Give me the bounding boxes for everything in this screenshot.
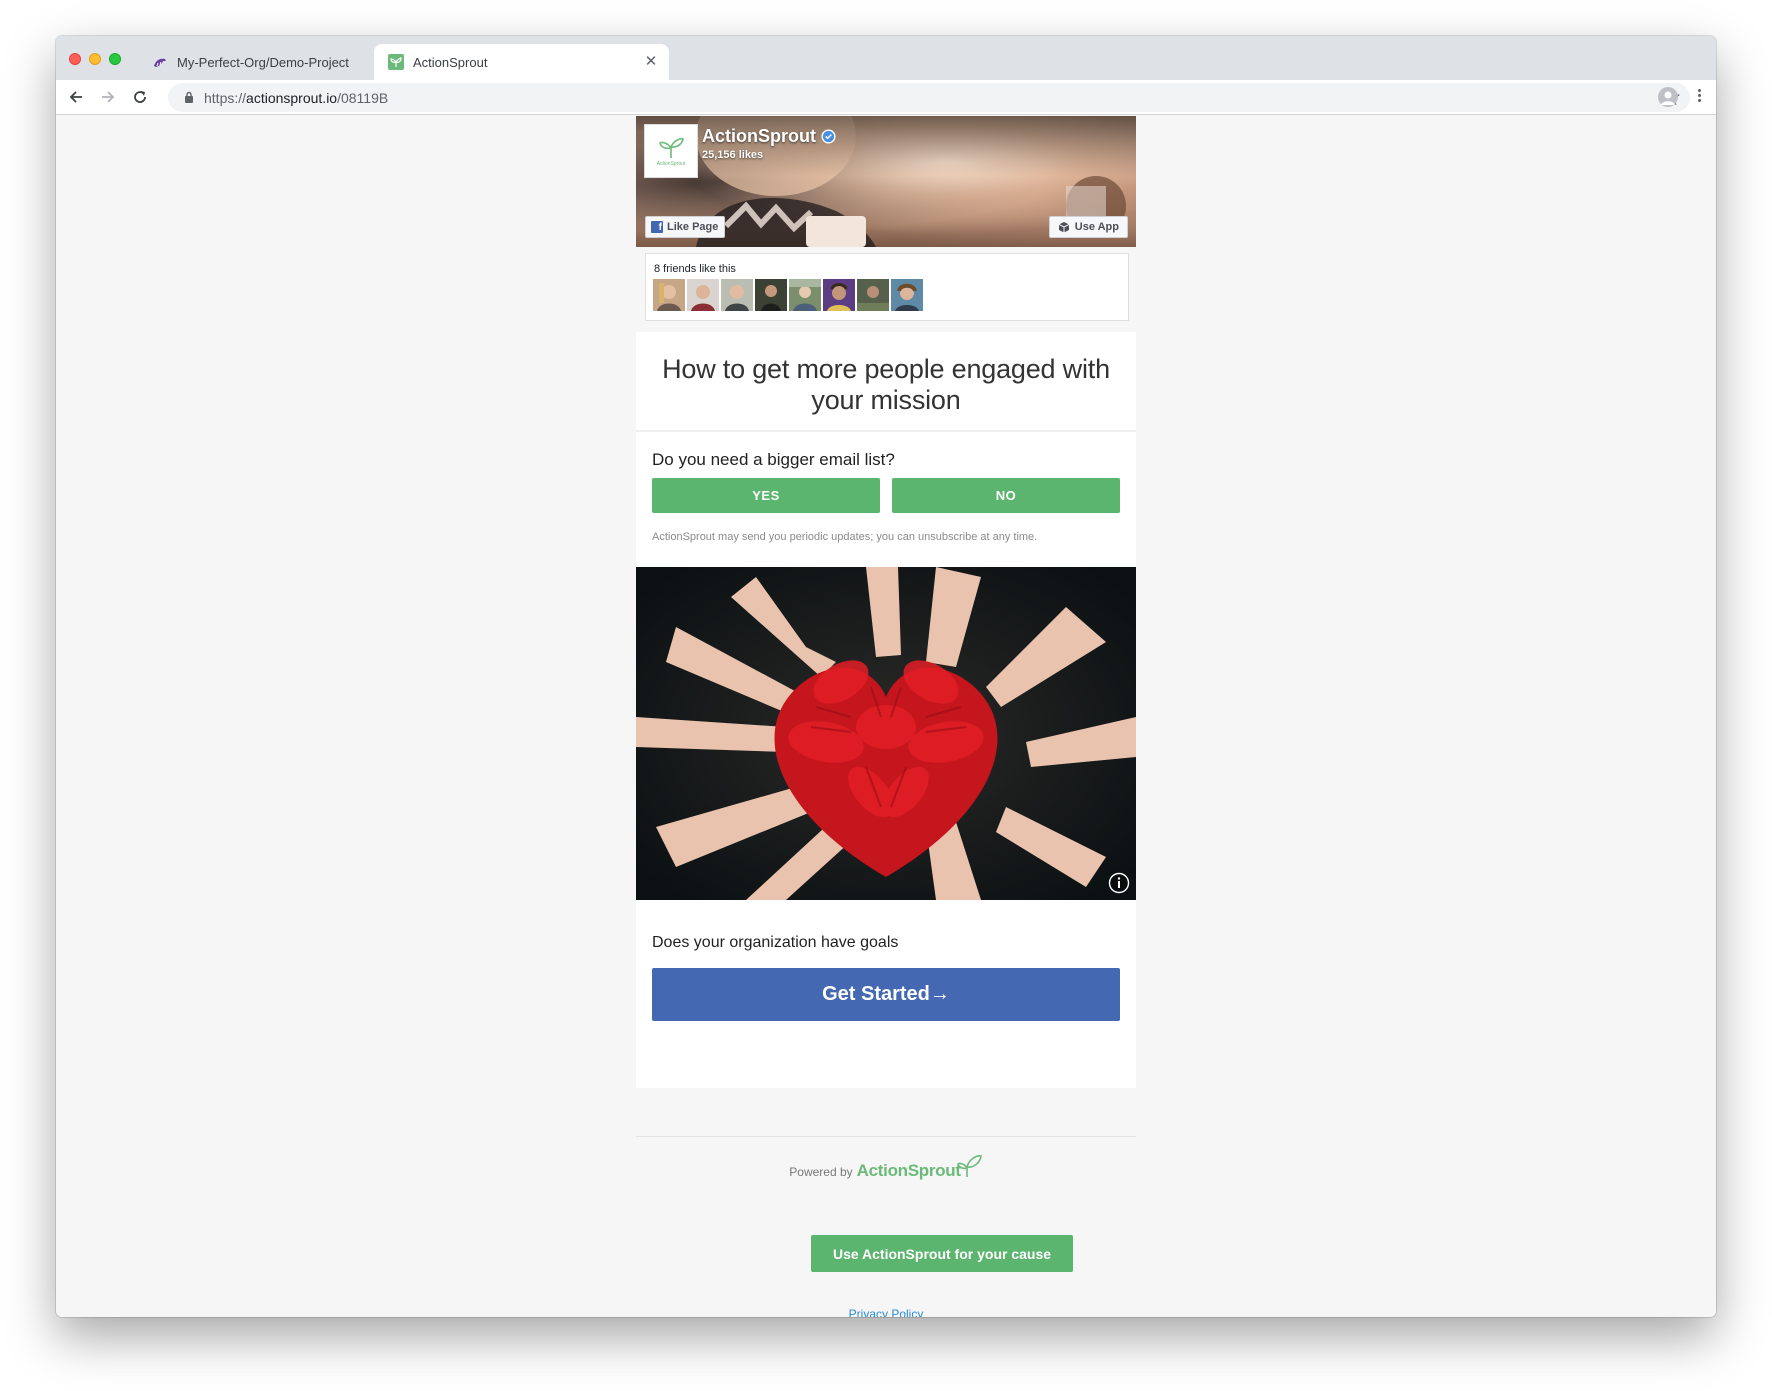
back-button[interactable] (65, 86, 87, 108)
verified-badge-icon (821, 129, 836, 144)
friend-avatar[interactable] (823, 279, 855, 311)
sprout-logo-icon (956, 1155, 982, 1177)
arrow-right-icon (102, 91, 115, 103)
friends-like-label: 8 friends like this (654, 263, 736, 275)
tab-title: My-Perfect-Org/Demo-Project (177, 54, 349, 70)
page-viewport: ActionSprout ActionSprout 25,156 likes f… (56, 116, 1716, 1317)
use-app-button[interactable]: Use App (1048, 216, 1128, 238)
facebook-cover: ActionSprout ActionSprout 25,156 likes f… (636, 116, 1136, 247)
reload-icon (134, 91, 146, 103)
friend-avatar[interactable] (653, 279, 685, 311)
url-text: https://actionsprout.io/08119B (204, 90, 389, 106)
tab-strip: My-Perfect-Org/Demo-Project ✕ ActionSpro… (56, 36, 1716, 80)
disclaimer-text: ActionSprout may send you periodic updat… (652, 531, 1038, 543)
goals-question: Does your organization have goals (652, 934, 899, 951)
page-name[interactable]: ActionSprout (702, 126, 836, 147)
powered-by-label: Powered by (789, 1165, 853, 1179)
arrow-left-icon (69, 91, 82, 103)
friend-avatar[interactable] (721, 279, 753, 311)
forward-button[interactable] (97, 86, 119, 108)
actionsprout-wordmark[interactable]: ActionSprout (857, 1161, 961, 1181)
browser-toolbar: https://actionsprout.io/08119B (56, 80, 1716, 115)
menu-kebab-icon[interactable] (1698, 89, 1702, 104)
action-card: How to get more people engaged with your… (636, 332, 1136, 1088)
logo-wordmark: ActionSprout (656, 161, 686, 167)
email-list-question: Do you need a bigger email list? (652, 450, 895, 469)
info-icon[interactable] (1108, 872, 1130, 894)
friend-avatars (653, 279, 925, 311)
actionsprout-favicon-icon (388, 54, 404, 70)
tab-title: ActionSprout (413, 54, 488, 70)
friend-avatar[interactable] (891, 279, 923, 311)
friend-avatar[interactable] (687, 279, 719, 311)
like-page-button[interactable]: f Like Page (645, 216, 726, 238)
get-started-button[interactable]: Get Started→ (652, 968, 1120, 1021)
painted-hands-heart-image (636, 567, 1136, 900)
minimize-window-button[interactable] (89, 53, 101, 65)
facebook-icon: f (651, 221, 663, 233)
reload-button[interactable] (129, 86, 151, 108)
maximize-window-button[interactable] (109, 53, 121, 65)
yes-button[interactable]: YES (652, 478, 880, 513)
sprout-logo-icon (659, 137, 684, 158)
friend-avatar[interactable] (789, 279, 821, 311)
tab-actionsprout[interactable]: ActionSprout ✕ (374, 44, 669, 80)
footer-divider (636, 1136, 1136, 1137)
friends-like-box: 8 friends like this (645, 253, 1129, 321)
close-tab-icon[interactable]: ✕ (643, 54, 659, 70)
close-window-button[interactable] (69, 53, 81, 65)
page-likes-count: 25,156 likes (702, 149, 764, 161)
no-button[interactable]: NO (892, 478, 1120, 513)
address-bar[interactable]: https://actionsprout.io/08119B (168, 83, 1690, 112)
browser-window: My-Perfect-Org/Demo-Project ✕ ActionSpro… (56, 36, 1716, 1317)
cube-icon (1058, 222, 1070, 233)
page-logo[interactable]: ActionSprout (644, 124, 698, 178)
powered-by: Powered by ActionSprout (636, 1153, 1136, 1181)
dinosaur-favicon-icon (154, 58, 166, 67)
lock-icon (185, 91, 193, 103)
hero-image (636, 567, 1136, 900)
profile-avatar-icon[interactable] (1658, 87, 1678, 107)
friend-avatar[interactable] (755, 279, 787, 311)
headline: How to get more people engaged with your… (662, 354, 1110, 415)
privacy-policy-link[interactable]: Privacy Policy (636, 1307, 1136, 1317)
divider (636, 430, 1136, 432)
friend-avatar[interactable] (857, 279, 889, 311)
use-actionsprout-button[interactable]: Use ActionSprout for your cause (811, 1235, 1073, 1272)
